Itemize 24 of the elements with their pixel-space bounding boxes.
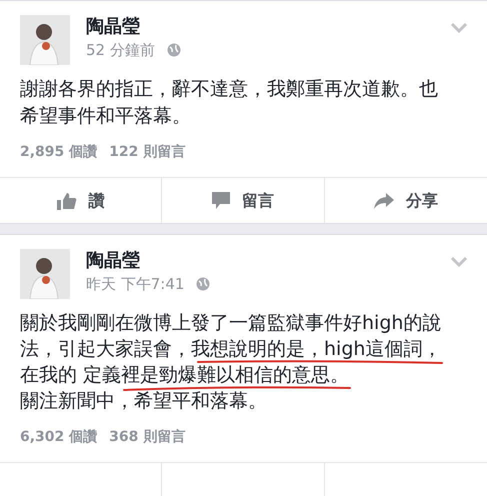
avatar[interactable] [20, 249, 70, 299]
post-time[interactable]: 52 分鐘前 [86, 39, 155, 61]
post-text-line: 法，引起大家誤會，我想說明的是，high這個詞， [20, 339, 442, 359]
post-text-line: 希望事件和平落幕。 [20, 106, 191, 126]
comment-button[interactable]: 留言 [162, 178, 325, 223]
globe-icon [166, 43, 181, 57]
post-text-line: 在我的 定義裡是勁爆難以相信的意思。 [20, 365, 350, 385]
comment-count[interactable]: 122 則留言 [109, 142, 186, 163]
comment-count[interactable]: 368 則留言 [109, 427, 186, 448]
share-arrow-icon [374, 192, 394, 208]
avatar[interactable] [20, 15, 70, 65]
like-count[interactable]: 2,895 個讚 [20, 142, 98, 163]
share-button[interactable]: 分享 [324, 178, 487, 223]
like-button[interactable]: 讚 [0, 178, 162, 223]
author-name[interactable]: 陶晶瑩 [86, 249, 435, 273]
post-text-line: 關於我剛剛在微博上發了一篇監獄事件好high的說 [20, 313, 442, 333]
author-name[interactable]: 陶晶瑩 [86, 15, 435, 39]
post-text-line: 謝謝各界的指正，辭不達意，我鄭重再次道歉。也 [20, 79, 438, 99]
globe-icon [196, 277, 210, 291]
post-text-line: 關注新聞中，希望平和落幕。 [20, 391, 267, 411]
post-time[interactable]: 昨天 下午7:41 [86, 273, 184, 295]
speech-bubble-icon [212, 192, 230, 209]
thumbs-up-icon [56, 192, 77, 210]
like-count[interactable]: 6,302 個讚 [20, 427, 98, 448]
